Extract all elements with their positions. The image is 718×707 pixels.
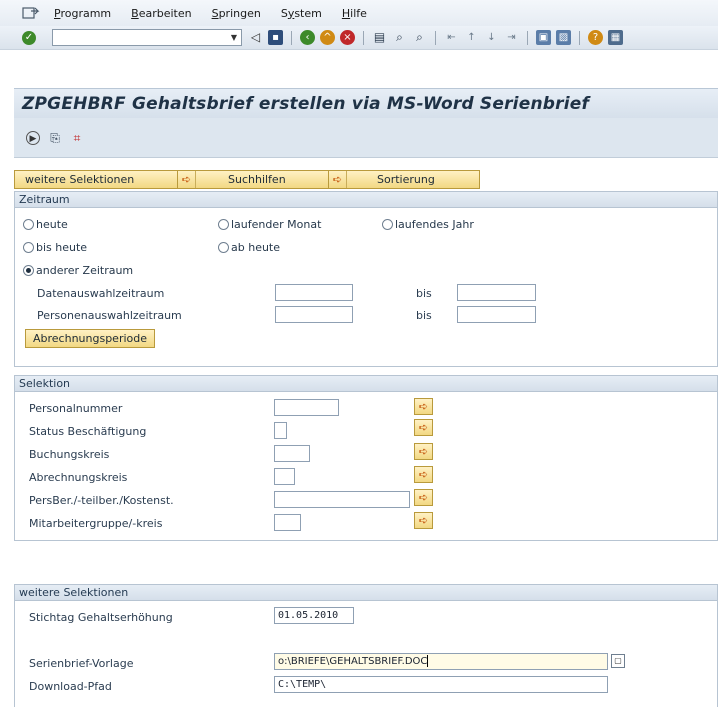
back-arrow-icon[interactable]: ‹ bbox=[300, 30, 315, 45]
shortcut-icon[interactable]: ▨ bbox=[556, 30, 571, 45]
enter-icon[interactable]: ✓ bbox=[22, 30, 36, 45]
arrow-right-icon: ➪ bbox=[178, 171, 196, 188]
title-bar: ZPGEHBRF Gehaltsbrief erstellen via MS-W… bbox=[14, 88, 718, 118]
chevron-down-icon[interactable]: ▼ bbox=[227, 30, 241, 45]
personalnummer-input[interactable] bbox=[274, 399, 339, 416]
menu-springen[interactable]: Springen bbox=[212, 7, 261, 20]
radio-anderer-zeitraum[interactable]: anderer Zeitraum bbox=[23, 264, 133, 277]
label-datenauswahlzeitraum: Datenauswahlzeitraum bbox=[37, 287, 165, 300]
multiple-selection-button[interactable]: ➪ bbox=[414, 489, 433, 506]
group-title: weitere Selektionen bbox=[15, 585, 717, 601]
find-next-icon[interactable]: ⌕ bbox=[412, 30, 427, 45]
radio-laufendes-jahr[interactable]: laufendes Jahr bbox=[382, 218, 474, 231]
label-stichtag: Stichtag Gehaltserhöhung bbox=[29, 611, 173, 624]
download-pfad-input[interactable]: C:\TEMP\ bbox=[274, 676, 608, 693]
menu-system[interactable]: System bbox=[281, 7, 322, 20]
radio-circle[interactable] bbox=[218, 242, 229, 253]
label-personalnummer: Personalnummer bbox=[29, 402, 123, 415]
radio-circle[interactable] bbox=[23, 219, 34, 230]
arrow-right-icon: ➪ bbox=[329, 171, 347, 188]
separator bbox=[363, 30, 364, 45]
group-title: Selektion bbox=[15, 376, 717, 392]
cancel-icon[interactable]: × bbox=[340, 30, 355, 45]
label-personenauswahlzeitraum: Personenauswahlzeitraum bbox=[37, 309, 182, 322]
next-page-icon[interactable]: ↓ bbox=[484, 30, 499, 45]
label-bis: bis bbox=[416, 309, 432, 322]
abrechnungsperiode-button[interactable]: Abrechnungsperiode bbox=[25, 329, 156, 348]
value-help-icon[interactable]: ▢ bbox=[611, 654, 625, 668]
multiple-selection-button[interactable]: ➪ bbox=[414, 443, 433, 460]
back-icon[interactable]: ◁ bbox=[248, 30, 263, 45]
stichtag-input[interactable]: 01.05.2010 bbox=[274, 607, 354, 624]
radio-laufender-monat[interactable]: laufender Monat bbox=[218, 218, 321, 231]
delete-variant-icon[interactable]: ⌗ bbox=[70, 131, 84, 145]
label-mitarbeitergruppe: Mitarbeitergruppe/-kreis bbox=[29, 517, 163, 530]
menu-bearbeiten[interactable]: Bearbeiten bbox=[131, 7, 191, 20]
print-icon[interactable]: ▤ bbox=[372, 30, 387, 45]
persber-kostenst-input[interactable] bbox=[274, 491, 410, 508]
layout-icon[interactable]: ▦ bbox=[608, 30, 623, 45]
label-abrechnungskreis: Abrechnungskreis bbox=[29, 471, 128, 484]
find-icon[interactable]: ⌕ bbox=[392, 30, 407, 45]
datenauswahl-to-input[interactable] bbox=[457, 284, 536, 301]
personenauswahl-from-input[interactable] bbox=[275, 306, 353, 323]
page-title: ZPGEHBRF Gehaltsbrief erstellen via MS-W… bbox=[22, 94, 590, 114]
serienbrief-vorlage-input[interactable]: o:\BRIEFE\GEHALTSBRIEF.DOC bbox=[274, 653, 608, 670]
menu-hilfe[interactable]: Hilfe bbox=[342, 7, 367, 20]
tab-sortierung[interactable]: ➪ Sortierung bbox=[328, 170, 480, 189]
separator bbox=[527, 30, 528, 45]
label-status-beschaeftigung: Status Beschäftigung bbox=[29, 425, 147, 438]
new-session-icon[interactable]: ▣ bbox=[536, 30, 551, 45]
multiple-selection-button[interactable]: ➪ bbox=[414, 419, 433, 436]
personenauswahl-to-input[interactable] bbox=[457, 306, 536, 323]
menu-programm[interactable]: Programm bbox=[54, 7, 111, 20]
radio-heute[interactable]: heute bbox=[23, 218, 68, 231]
multiple-selection-button[interactable]: ➪ bbox=[414, 466, 433, 483]
radio-ab-heute[interactable]: ab heute bbox=[218, 241, 280, 254]
radio-circle-selected[interactable] bbox=[23, 265, 34, 276]
label-buchungskreis: Buchungskreis bbox=[29, 448, 110, 461]
separator bbox=[579, 30, 580, 45]
label-serienbrief-vorlage: Serienbrief-Vorlage bbox=[29, 657, 134, 670]
radio-bis-heute[interactable]: bis heute bbox=[23, 241, 87, 254]
tab-weitere-selektionen[interactable]: weitere Selektionen bbox=[14, 170, 178, 189]
radio-circle[interactable] bbox=[218, 219, 229, 230]
multiple-selection-button[interactable]: ➪ bbox=[414, 398, 433, 415]
separator bbox=[291, 30, 292, 45]
label-bis: bis bbox=[416, 287, 432, 300]
separator bbox=[435, 30, 436, 45]
save-icon[interactable]: ▪ bbox=[268, 30, 283, 45]
text-cursor bbox=[427, 655, 429, 667]
radio-circle[interactable] bbox=[23, 242, 34, 253]
standard-toolbar: ✓ ▼ ◁ ▪ ‹ ^ × ▤ ⌕ ⌕ ⇤ ↑ ↓ ⇥ ▣ ▨ ? ▦ bbox=[0, 26, 718, 50]
multiple-selection-button[interactable]: ➪ bbox=[414, 512, 433, 529]
label-persber-kostenst: PersBer./-teilber./Kostenst. bbox=[29, 494, 174, 507]
status-beschaeftigung-input[interactable] bbox=[274, 422, 287, 439]
previous-page-icon[interactable]: ↑ bbox=[464, 30, 479, 45]
variant-icon[interactable]: ⎘ bbox=[48, 131, 62, 145]
system-menu-icon[interactable] bbox=[22, 6, 40, 20]
execute-icon[interactable]: ▶ bbox=[26, 130, 40, 145]
command-field[interactable]: ▼ bbox=[52, 29, 242, 46]
label-download-pfad: Download-Pfad bbox=[29, 680, 112, 693]
mitarbeitergruppe-input[interactable] bbox=[274, 514, 301, 531]
exit-icon[interactable]: ^ bbox=[320, 30, 335, 45]
buchungskreis-input[interactable] bbox=[274, 445, 310, 462]
radio-circle[interactable] bbox=[382, 219, 393, 230]
last-page-icon[interactable]: ⇥ bbox=[504, 30, 519, 45]
tab-suchhilfen[interactable]: ➪ Suchhilfen bbox=[177, 170, 329, 189]
group-title: Zeitraum bbox=[15, 192, 717, 208]
menu-bar: Programm Bearbeiten Springen System Hilf… bbox=[0, 0, 718, 26]
selection-tabs: weitere Selektionen ➪ Suchhilfen ➪ Sorti… bbox=[14, 170, 480, 189]
application-toolbar: ▶ ⎘ ⌗ bbox=[14, 118, 718, 158]
abrechnungskreis-input[interactable] bbox=[274, 468, 295, 485]
first-page-icon[interactable]: ⇤ bbox=[444, 30, 459, 45]
help-icon[interactable]: ? bbox=[588, 30, 603, 45]
datenauswahl-from-input[interactable] bbox=[275, 284, 353, 301]
